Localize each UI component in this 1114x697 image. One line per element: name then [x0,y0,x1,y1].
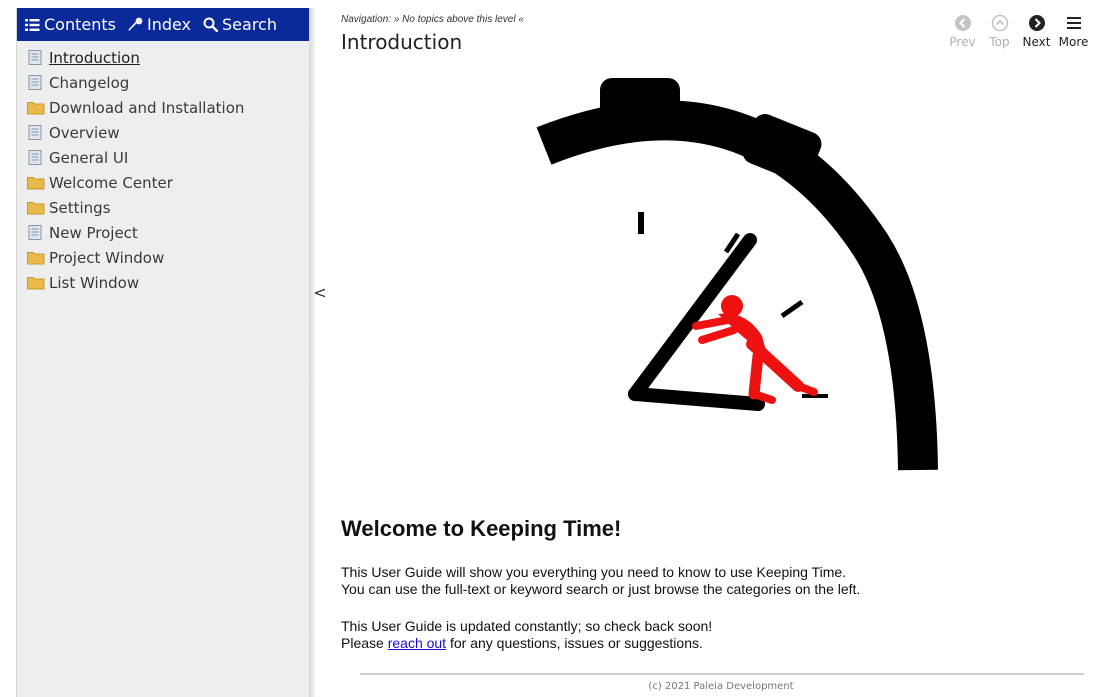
update-paragraph: This User Guide is updated constantly; s… [341,618,712,652]
update-line-2-suffix: for any questions, issues or suggestions… [446,635,703,651]
toc-item-introduction[interactable]: Introduction [27,45,309,70]
key-icon [128,17,143,31]
top-label: Top [989,35,1010,49]
toc-item-label: General UI [49,148,129,167]
sidebar-tabbar: Contents Index Search [17,8,309,41]
toc-item-label: Overview [49,123,120,142]
collapse-sidebar-button[interactable]: < [312,280,328,304]
stopwatch-tick [638,212,644,234]
tab-search-label: Search [222,15,277,34]
page-icon [28,50,42,65]
toc-list: Introduction Changelog Download and Inst… [17,41,309,295]
toc-item-label: Download and Installation [49,98,245,117]
more-label: More [1058,35,1089,49]
pushing-figure [692,295,818,404]
toc-item-label: Introduction [49,48,140,67]
footer-copyright: (c) 2021 Paleia Development [648,681,794,692]
toc-item-general-ui[interactable]: General UI [27,145,309,170]
page-icon [28,125,42,140]
stopwatch-tick [780,299,804,319]
sidebar-divider [309,8,315,697]
stopwatch-illustration [536,78,938,471]
prev-button[interactable]: Prev [946,14,979,49]
hamburger-icon [1066,17,1081,29]
toc-item-list-window[interactable]: List Window [27,270,309,295]
topic-nav-buttons: Prev Top Next More [946,14,1090,49]
folder-icon [27,202,45,215]
folder-icon [27,277,45,290]
toc-item-changelog[interactable]: Changelog [27,70,309,95]
toc-item-new-project[interactable]: New Project [27,220,309,245]
search-icon [203,17,219,32]
list-icon [25,18,40,31]
page-icon [28,150,42,165]
page-icon [28,225,42,240]
update-line-2-prefix: Please [341,635,388,651]
folder-icon [27,177,45,190]
footer-divider [360,673,1084,675]
intro-paragraph: This User Guide will show you everything… [341,564,860,598]
toc-item-label: Settings [49,198,111,217]
folder-icon [27,102,45,115]
circle-right-icon [1028,15,1045,31]
breadcrumb: Navigation: » No topics above this level… [341,14,524,25]
folder-icon [27,252,45,265]
main-content: Navigation: » No topics above this level… [330,8,1100,697]
next-label: Next [1022,35,1051,49]
next-button[interactable]: Next [1020,14,1053,49]
toc-item-settings[interactable]: Settings [27,195,309,220]
sidebar: Contents Index Search Introduction Chang… [16,8,310,697]
update-line-1: This User Guide is updated constantly; s… [341,618,713,634]
stopwatch-hand [628,387,765,411]
breadcrumb-text: » No topics above this level « [393,14,524,25]
toc-item-label: Changelog [49,73,130,92]
toc-item-label: Project Window [49,248,165,267]
toc-item-download-and-installation[interactable]: Download and Installation [27,95,309,120]
circle-left-icon [954,15,971,31]
tab-search[interactable]: Search [203,15,277,34]
welcome-heading: Welcome to Keeping Time! [341,516,622,541]
toc-item-welcome-center[interactable]: Welcome Center [27,170,309,195]
tab-contents[interactable]: Contents [25,15,116,34]
tab-index[interactable]: Index [128,15,191,34]
toc-item-project-window[interactable]: Project Window [27,245,309,270]
toc-item-label: Welcome Center [49,173,173,192]
page-icon [28,75,42,90]
tab-index-label: Index [146,15,192,34]
circle-up-icon [991,14,1008,32]
toc-item-label: New Project [49,223,138,242]
page-title: Introduction [341,30,463,54]
reach-out-link[interactable]: reach out [388,635,446,651]
toc-item-overview[interactable]: Overview [27,120,309,145]
tab-contents-label: Contents [44,15,116,34]
breadcrumb-prefix: Navigation: [341,14,392,25]
intro-line-2: You can use the full-text or keyword sea… [341,581,861,597]
top-button[interactable]: Top [983,14,1016,49]
toc-item-label: List Window [49,273,140,292]
intro-line-1: This User Guide will show you everything… [341,564,847,580]
more-button[interactable]: More [1057,14,1090,49]
prev-label: Prev [949,35,976,49]
